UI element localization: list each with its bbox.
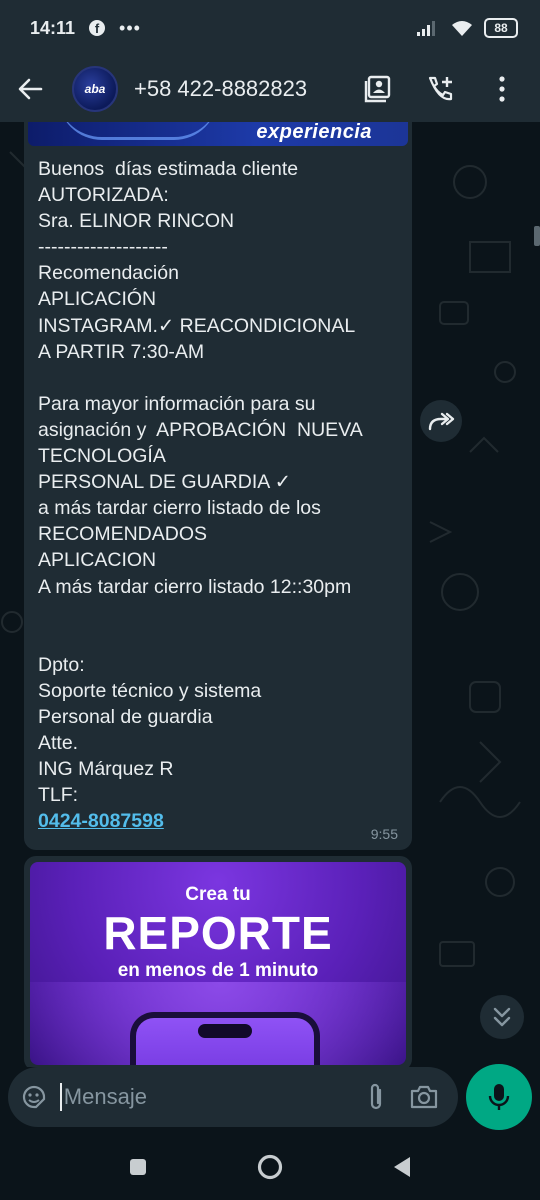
add-call-icon — [428, 76, 453, 101]
avatar-logo-text: aba — [84, 82, 106, 96]
forward-icon — [428, 412, 455, 431]
promo-phone-graphic — [130, 1012, 320, 1065]
camera-button[interactable] — [400, 1067, 448, 1127]
promo-line3: en menos de 1 minuto — [117, 960, 319, 981]
message-body: Buenos días estimada cliente AUTORIZADA:… — [38, 158, 362, 807]
promo-title: REPORTE — [103, 907, 333, 959]
more-notifications-icon: ••• — [119, 17, 141, 38]
more-vert-icon — [499, 76, 505, 102]
phone-link[interactable]: 0424-8087598 — [38, 810, 164, 832]
battery-icon: 88 — [484, 18, 518, 38]
status-bar: 14:11 f ••• 88 — [0, 0, 540, 56]
status-left: 14:11 f ••• — [30, 18, 141, 39]
battery-level: 88 — [494, 21, 508, 35]
status-time: 14:11 — [30, 17, 76, 38]
signal-icon — [417, 21, 435, 36]
chat-area[interactable]: experiencia Buenos días estimada cliente… — [0, 122, 540, 1067]
back-nav-button[interactable] — [386, 1151, 418, 1183]
wifi-icon — [452, 21, 472, 36]
promo-image[interactable]: Crea tu REPORTE en menos de 1 minuto — [30, 862, 406, 1065]
forward-button[interactable] — [420, 400, 462, 442]
more-options-button[interactable] — [486, 73, 518, 105]
scroll-indicator[interactable] — [534, 226, 540, 246]
attach-button[interactable] — [352, 1067, 400, 1127]
double-chevron-down-icon — [493, 1007, 511, 1027]
system-nav-bar — [0, 1134, 540, 1200]
home-button[interactable] — [254, 1151, 286, 1183]
banner-arc — [58, 122, 218, 140]
message-bubble[interactable]: experiencia Buenos días estimada cliente… — [24, 122, 412, 850]
sticker-icon — [22, 1085, 45, 1109]
contact-card-button[interactable] — [362, 73, 394, 105]
microphone-icon — [488, 1084, 510, 1110]
square-icon — [130, 1159, 146, 1175]
facebook-icon: f — [89, 20, 106, 36]
add-call-button[interactable] — [424, 73, 456, 105]
message-input-bar — [8, 1067, 458, 1127]
camera-icon — [410, 1085, 438, 1109]
chat-header: aba +58 422-8882823 — [0, 56, 540, 122]
promo-line1: Crea tu — [185, 884, 251, 905]
header-actions — [362, 73, 540, 105]
paperclip-icon — [370, 1083, 381, 1110]
triangle-back-icon — [394, 1157, 410, 1177]
contact-card-icon — [364, 75, 391, 103]
message-input[interactable] — [59, 1083, 352, 1111]
image-message[interactable]: Crea tu REPORTE en menos de 1 minuto — [24, 856, 412, 1067]
recents-button[interactable] — [122, 1151, 154, 1183]
home-circle-icon — [257, 1154, 283, 1180]
back-arrow-icon — [18, 78, 43, 100]
scroll-to-bottom-button[interactable] — [480, 995, 524, 1039]
voice-message-button[interactable] — [466, 1064, 532, 1130]
contact-name[interactable]: +58 422-8882823 — [134, 76, 307, 102]
message-text: Buenos días estimada cliente AUTORIZADA:… — [38, 156, 402, 834]
banner-image: experiencia — [28, 122, 408, 146]
phone-notch — [198, 1024, 252, 1038]
message-time: 9:55 — [370, 826, 398, 842]
emoji-button[interactable] — [8, 1067, 60, 1127]
avatar[interactable]: aba — [72, 66, 118, 112]
banner-text: experiencia — [256, 122, 372, 143]
back-button[interactable] — [0, 56, 60, 122]
status-right: 88 — [416, 18, 518, 38]
